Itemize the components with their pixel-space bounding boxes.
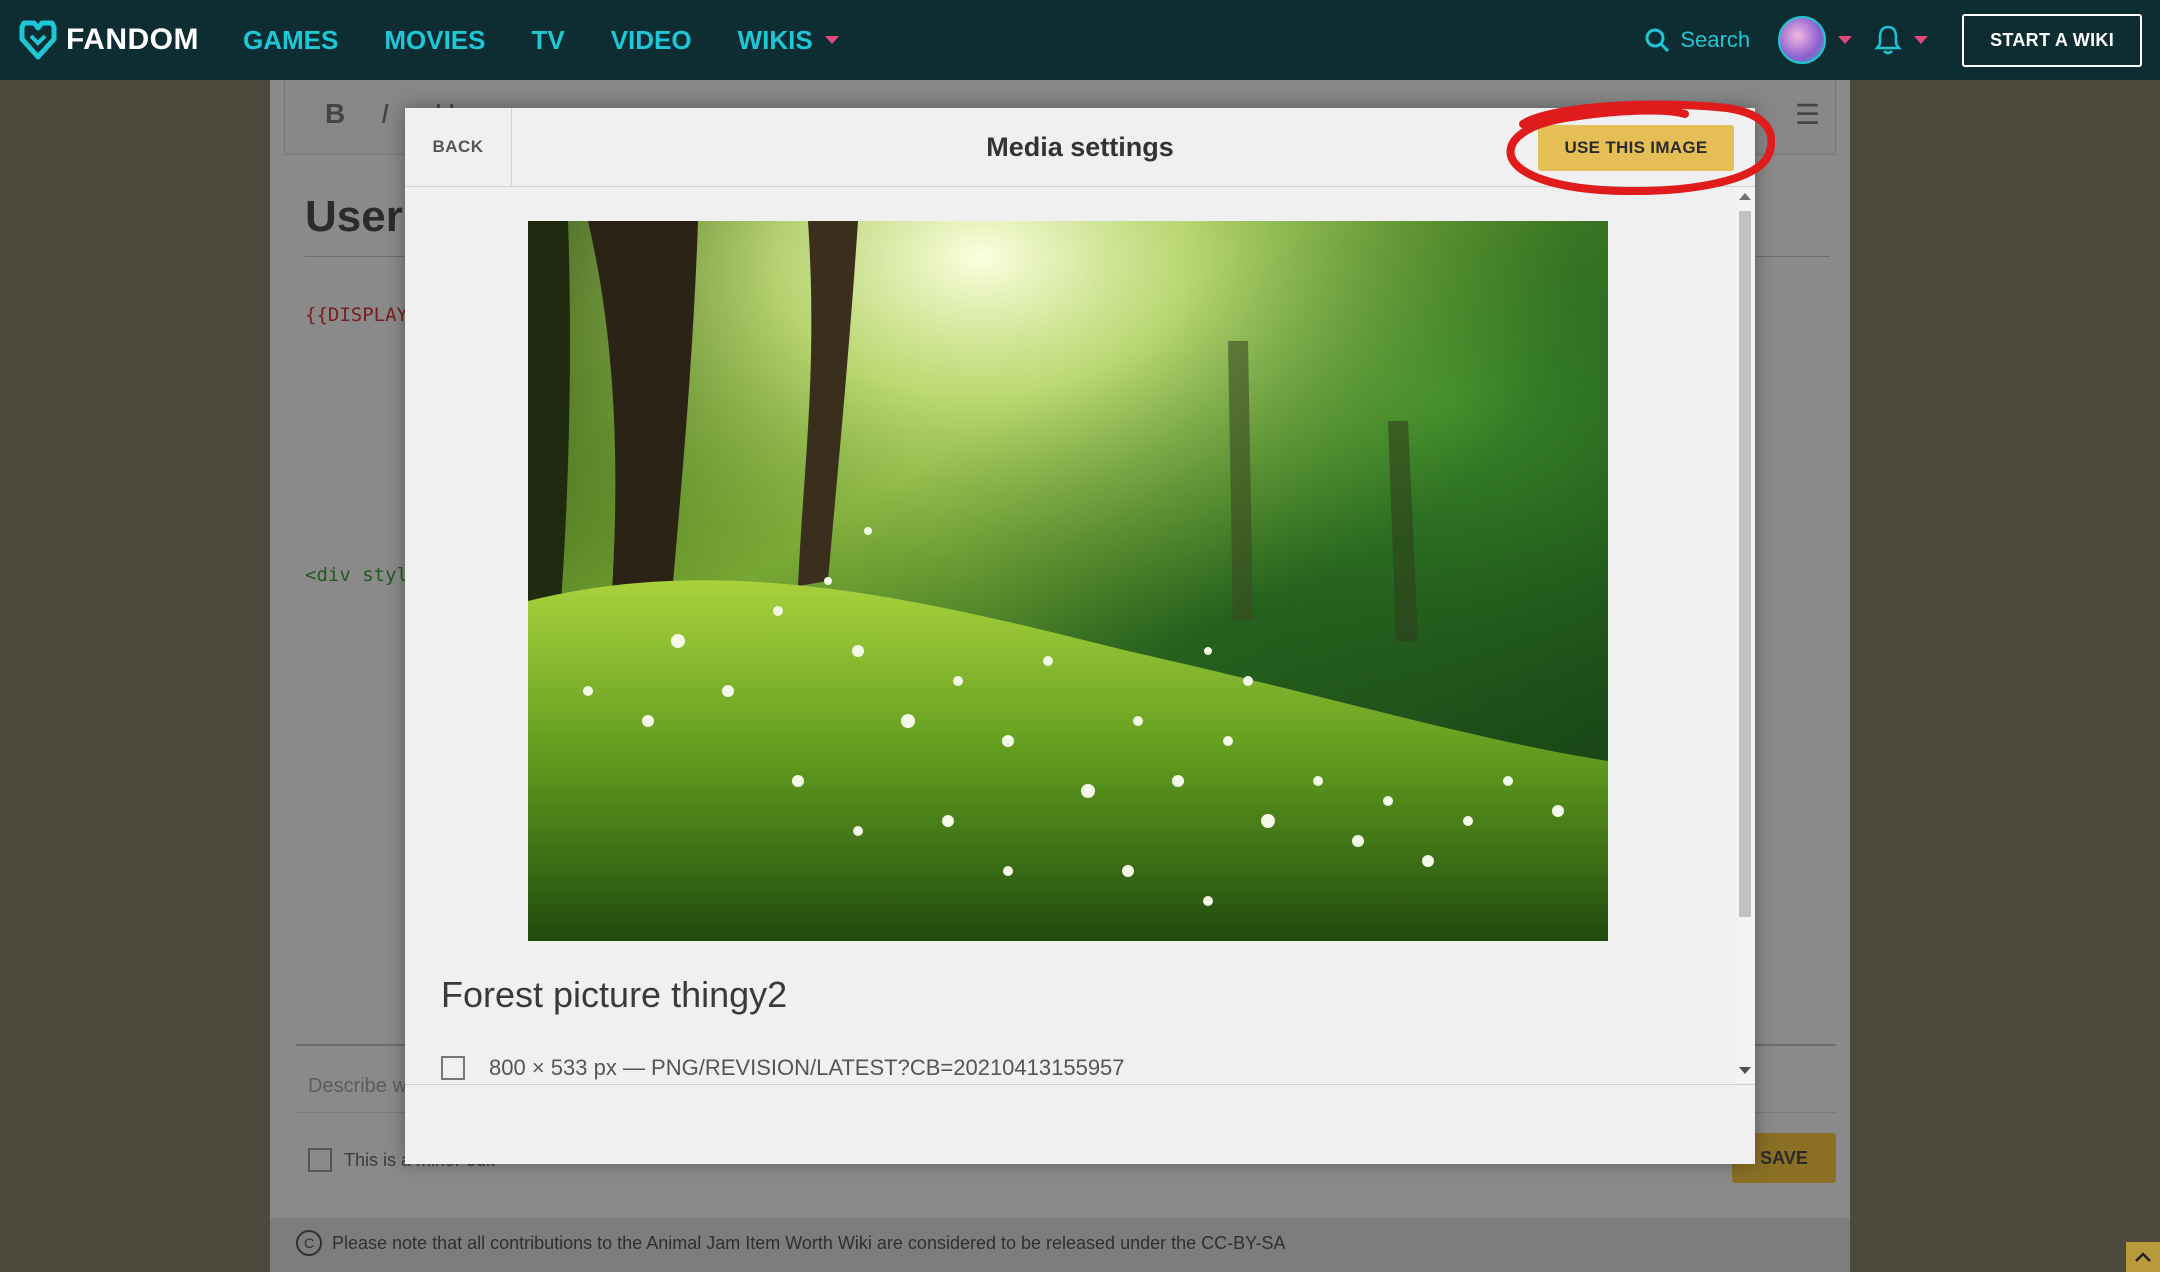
menu-icon[interactable]: ☰ (1795, 98, 1820, 131)
main-menu: GAMES MOVIES TV VIDEO WIKIS (243, 25, 885, 56)
fandom-heart-icon (19, 20, 57, 60)
fandom-logo[interactable]: FANDOM (18, 19, 199, 61)
top-navigation: FANDOM GAMES MOVIES TV VIDEO WIKIS Searc… (0, 0, 2160, 80)
chevron-down-icon (824, 36, 839, 44)
media-settings-dialog: BACK Media settings USE THIS IMAGE Fores… (405, 100, 1775, 1164)
bell-icon (1874, 25, 1902, 55)
page-title: User (305, 192, 403, 241)
media-title[interactable]: Forest picture thingy2 (441, 974, 787, 1016)
italic-icon[interactable]: I (381, 98, 389, 130)
license-text: Please note that all contributions to th… (332, 1232, 1286, 1253)
dimensions-icon (441, 1056, 465, 1080)
scrollbar-thumb[interactable] (1739, 211, 1751, 917)
minor-edit-checkbox[interactable] (308, 1148, 332, 1172)
nav-video[interactable]: VIDEO (611, 25, 692, 56)
wikitext-line[interactable]: <div styl (305, 564, 408, 586)
nav-wikis-label: WIKIS (737, 24, 813, 55)
nav-games[interactable]: GAMES (243, 25, 338, 56)
license-note: C Please note that all contributions to … (296, 1230, 1286, 1256)
dialog-footer (405, 1084, 1755, 1164)
nav-right: Search START A WIKI (1644, 0, 2142, 80)
dialog-body: Forest picture thingy2 800 × 533 px — PN… (405, 187, 1735, 1083)
avatar[interactable] (1778, 16, 1827, 64)
copyright-icon: C (296, 1230, 322, 1256)
search-icon (1645, 28, 1670, 53)
nav-wikis[interactable]: WIKIS (738, 25, 839, 56)
notifications-button[interactable] (1874, 24, 1929, 56)
scroll-down-arrow-icon[interactable] (1739, 1067, 1751, 1074)
start-a-wiki-button[interactable]: START A WIKI (1962, 13, 2142, 67)
chevron-down-icon (1914, 36, 1929, 44)
back-button[interactable]: BACK (405, 108, 512, 186)
search-label: Search (1680, 27, 1751, 52)
nav-tv[interactable]: TV (531, 25, 564, 56)
use-this-image-button[interactable]: USE THIS IMAGE (1538, 125, 1734, 171)
brand-name: FANDOM (66, 23, 199, 56)
chevron-up-icon (2135, 1252, 2151, 1262)
scroll-to-top-button[interactable] (2126, 1242, 2160, 1272)
dialog-scrollbar[interactable] (1735, 187, 1755, 1083)
media-info: 800 × 533 px — PNG/REVISION/LATEST?CB=20… (441, 1055, 1125, 1081)
search-button[interactable]: Search (1644, 27, 1750, 53)
media-meta-text: 800 × 533 px — PNG/REVISION/LATEST?CB=20… (489, 1055, 1125, 1080)
scroll-up-arrow-icon[interactable] (1739, 193, 1751, 200)
avatar-chevron-down-icon[interactable] (1838, 36, 1853, 44)
bold-icon[interactable]: B (325, 98, 345, 130)
nav-movies[interactable]: MOVIES (384, 25, 485, 56)
edit-summary-input[interactable]: Describe w (308, 1075, 407, 1098)
image-preview (528, 221, 1608, 941)
dialog-header: BACK Media settings USE THIS IMAGE (405, 100, 1775, 196)
wikitext-line[interactable]: {{DISPLAY (305, 304, 408, 326)
